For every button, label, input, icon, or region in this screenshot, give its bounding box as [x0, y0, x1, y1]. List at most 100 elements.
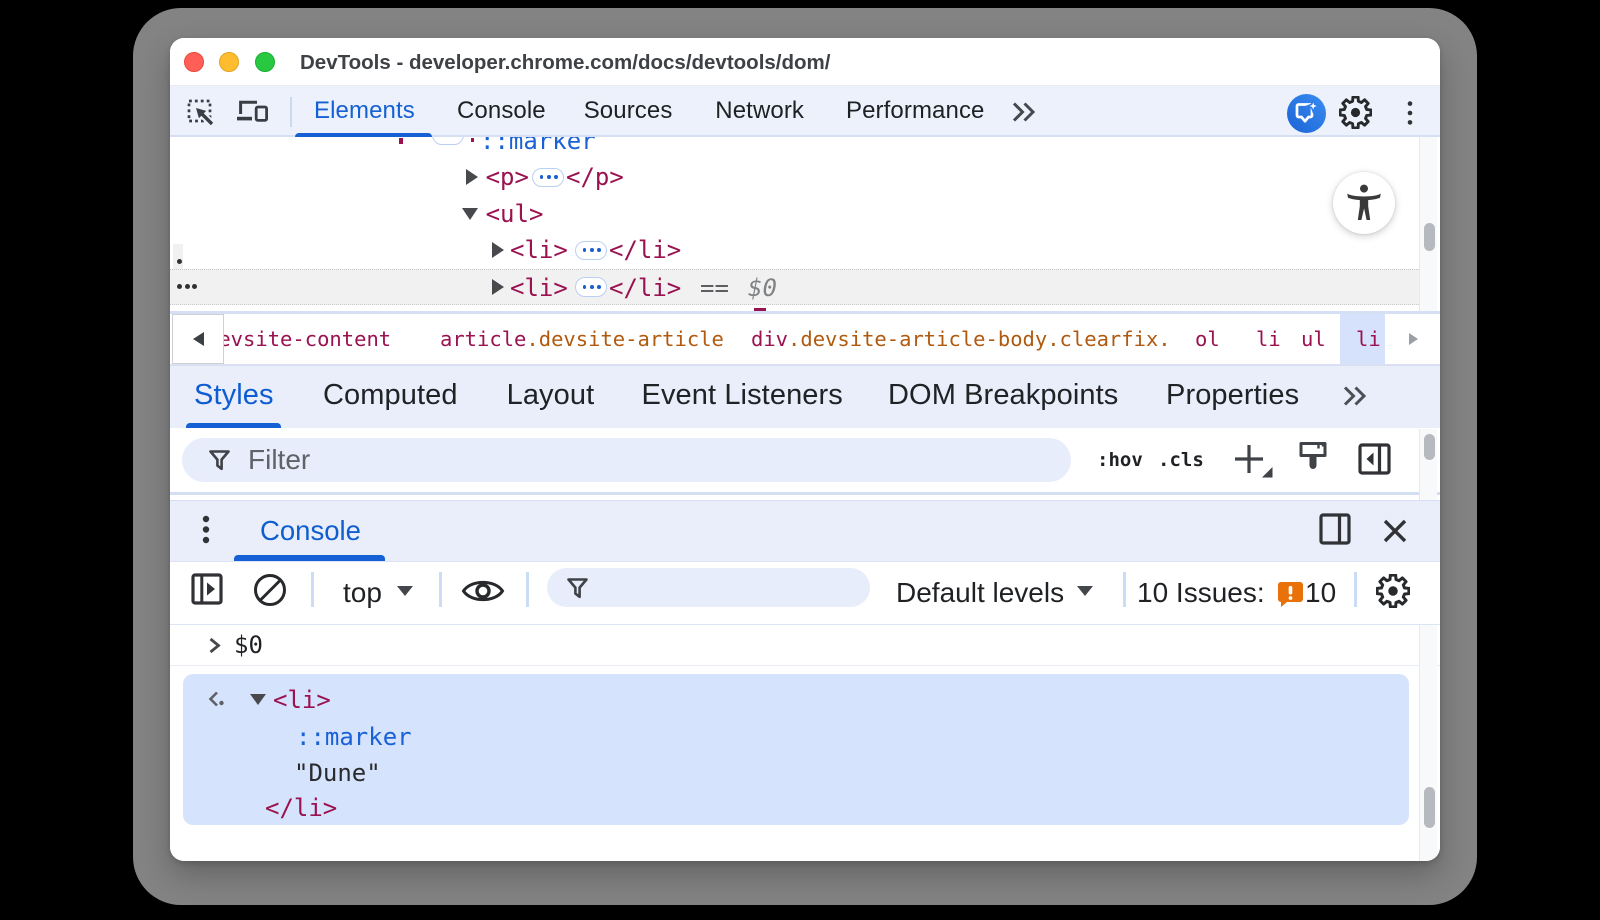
tag-close: </li>: [609, 232, 681, 269]
console-scrollbar-thumb[interactable]: [1424, 787, 1435, 828]
accessibility-fab[interactable]: [1333, 172, 1395, 234]
eye-icon[interactable]: [461, 576, 505, 611]
console-result-selected[interactable]: <li> ::marker "Dune" </li>: [183, 674, 1409, 825]
zoom-window-button[interactable]: [255, 52, 275, 72]
crumb-class: .devsite-article: [526, 327, 723, 351]
expand-arrow-icon[interactable]: [466, 169, 478, 185]
tab-dom-breakpoints[interactable]: DOM Breakpoints: [888, 366, 1118, 424]
toolbar-divider: [290, 97, 292, 127]
elements-panel-dom-tree: ::marker <p> </p> <ul> <li> </li>: [170, 137, 1440, 311]
console-scrollbar[interactable]: [1419, 625, 1437, 861]
dom-pseudo-marker[interactable]: ::marker: [480, 137, 596, 160]
crumb-class: .devsite-article-body.clearfix.: [788, 327, 1171, 351]
string-value: "Dune": [294, 755, 381, 791]
console-command: $0: [234, 625, 263, 665]
console-result-arrow-icon: [208, 690, 228, 713]
toggle-hover-state-button[interactable]: :hov: [1097, 441, 1143, 479]
main-toolbar: Elements Console Sources Network Perform…: [170, 85, 1440, 137]
breadcrumb-item[interactable]: devsite-content: [206, 314, 391, 364]
styles-pane-scrollbar-thumb[interactable]: [1424, 434, 1435, 460]
stage-background: DevTools - developer.chrome.com/docs/dev…: [0, 0, 1600, 920]
tab-computed[interactable]: Computed: [323, 366, 458, 424]
dom-tree-scrollbar-thumb[interactable]: [1424, 223, 1435, 251]
more-tabs-icon[interactable]: [1341, 385, 1369, 412]
new-style-rule-plus-icon[interactable]: [1233, 443, 1273, 486]
dollar-zero-ref: $0: [748, 270, 777, 307]
filter-funnel-icon: [566, 577, 589, 605]
collapsed-content-pill[interactable]: [432, 137, 464, 145]
toolbar-divider: [1354, 572, 1357, 607]
rendering-brush-icon[interactable]: [1298, 441, 1328, 482]
collapsed-content-pill[interactable]: [532, 168, 564, 188]
console-sidebar-icon[interactable]: [191, 573, 223, 610]
dom-row-p[interactable]: <p> </p>: [170, 159, 1419, 196]
collapsed-content-pill[interactable]: [575, 277, 607, 297]
styles-filter-bar: Filter :hov .cls: [170, 428, 1440, 495]
drawer-kebab-icon[interactable]: [202, 515, 210, 550]
expand-arrow-icon[interactable]: [492, 242, 504, 258]
tag-close: </p>: [566, 159, 624, 196]
context-selector[interactable]: top: [343, 562, 382, 623]
inspect-icon[interactable]: [187, 99, 217, 132]
split-panel-icon[interactable]: [1319, 513, 1351, 550]
settings-gear-icon[interactable]: [1339, 96, 1372, 134]
collapse-arrow-icon[interactable]: [462, 208, 478, 220]
clear-console-icon[interactable]: [253, 573, 287, 612]
tab-performance[interactable]: Performance: [846, 86, 985, 136]
issues-count[interactable]: 10: [1305, 562, 1336, 623]
chevron-right-icon[interactable]: [1409, 333, 1418, 345]
breadcrumb-item-selected[interactable]: li: [1356, 314, 1381, 364]
ai-assistant-icon[interactable]: [1287, 94, 1326, 138]
tab-elements[interactable]: Elements: [314, 86, 415, 136]
styles-filter-input[interactable]: Filter: [182, 438, 1071, 482]
dock-sidebar-icon[interactable]: [1358, 443, 1391, 480]
levels-selector[interactable]: Default levels: [896, 562, 1064, 623]
breadcrumb-item[interactable]: article.devsite-article: [440, 314, 724, 364]
window-titlebar: DevTools - developer.chrome.com/docs/dev…: [170, 38, 1440, 85]
settings-gear-icon[interactable]: [1376, 574, 1410, 613]
tab-layout[interactable]: Layout: [507, 366, 595, 424]
tab-sources[interactable]: Sources: [584, 86, 673, 136]
tab-styles[interactable]: Styles: [194, 366, 274, 424]
breadcrumb-item[interactable]: li: [1256, 314, 1281, 364]
tag-close: </li>: [609, 270, 681, 307]
tab-network[interactable]: Network: [715, 86, 804, 136]
dom-row-partial[interactable]: ::marker: [170, 137, 1419, 160]
toolbar-divider: [526, 572, 529, 607]
collapsed-content-pill[interactable]: [575, 241, 607, 261]
dom-tree-scrollbar[interactable]: [1419, 137, 1437, 311]
console-drawer-header: Console: [170, 500, 1440, 562]
dom-row-li-selected[interactable]: <li> </li> == $0: [170, 269, 1419, 306]
breadcrumb-item[interactable]: ul: [1301, 314, 1326, 364]
breadcrumb-item[interactable]: ol: [1195, 314, 1220, 364]
gutter-dot: [185, 284, 190, 289]
pseudo-marker: ::marker: [296, 719, 412, 755]
dom-row-ul[interactable]: <ul>: [170, 196, 1419, 233]
tag-open: <p>: [486, 159, 529, 196]
dom-row-li[interactable]: <li> </li>: [170, 232, 1419, 269]
breadcrumb-scroll-left-button[interactable]: [172, 314, 224, 364]
console-command-row[interactable]: $0: [170, 625, 1440, 666]
tab-properties[interactable]: Properties: [1166, 366, 1299, 424]
issues-icon[interactable]: [1277, 580, 1304, 607]
minimize-window-button[interactable]: [219, 52, 239, 72]
close-icon[interactable]: [1382, 518, 1408, 549]
close-window-button[interactable]: [184, 52, 204, 72]
expand-arrow-icon[interactable]: [492, 279, 504, 295]
drawer-tab-console[interactable]: Console: [260, 501, 361, 561]
issues-label[interactable]: 10 Issues:: [1137, 562, 1265, 623]
menu-kebab-icon[interactable]: [1406, 100, 1414, 131]
toolbar-divider: [439, 572, 442, 607]
collapse-arrow-icon[interactable]: [250, 694, 266, 705]
tab-event-listeners[interactable]: Event Listeners: [642, 366, 843, 424]
breadcrumb-item[interactable]: div.devsite-article-body.clearfix.: [751, 314, 1171, 364]
styles-pane-scrollbar[interactable]: [1419, 429, 1437, 500]
more-tabs-icon[interactable]: [1010, 101, 1038, 128]
toggle-class-button[interactable]: .cls: [1158, 441, 1204, 479]
device-toolbar-icon[interactable]: [236, 100, 270, 131]
tab-console[interactable]: Console: [457, 86, 546, 136]
equals-sign: ==: [700, 270, 729, 307]
console-filter-input[interactable]: [547, 568, 870, 607]
crumb-tag: li: [1256, 327, 1281, 351]
tag-open: <li>: [510, 232, 568, 269]
